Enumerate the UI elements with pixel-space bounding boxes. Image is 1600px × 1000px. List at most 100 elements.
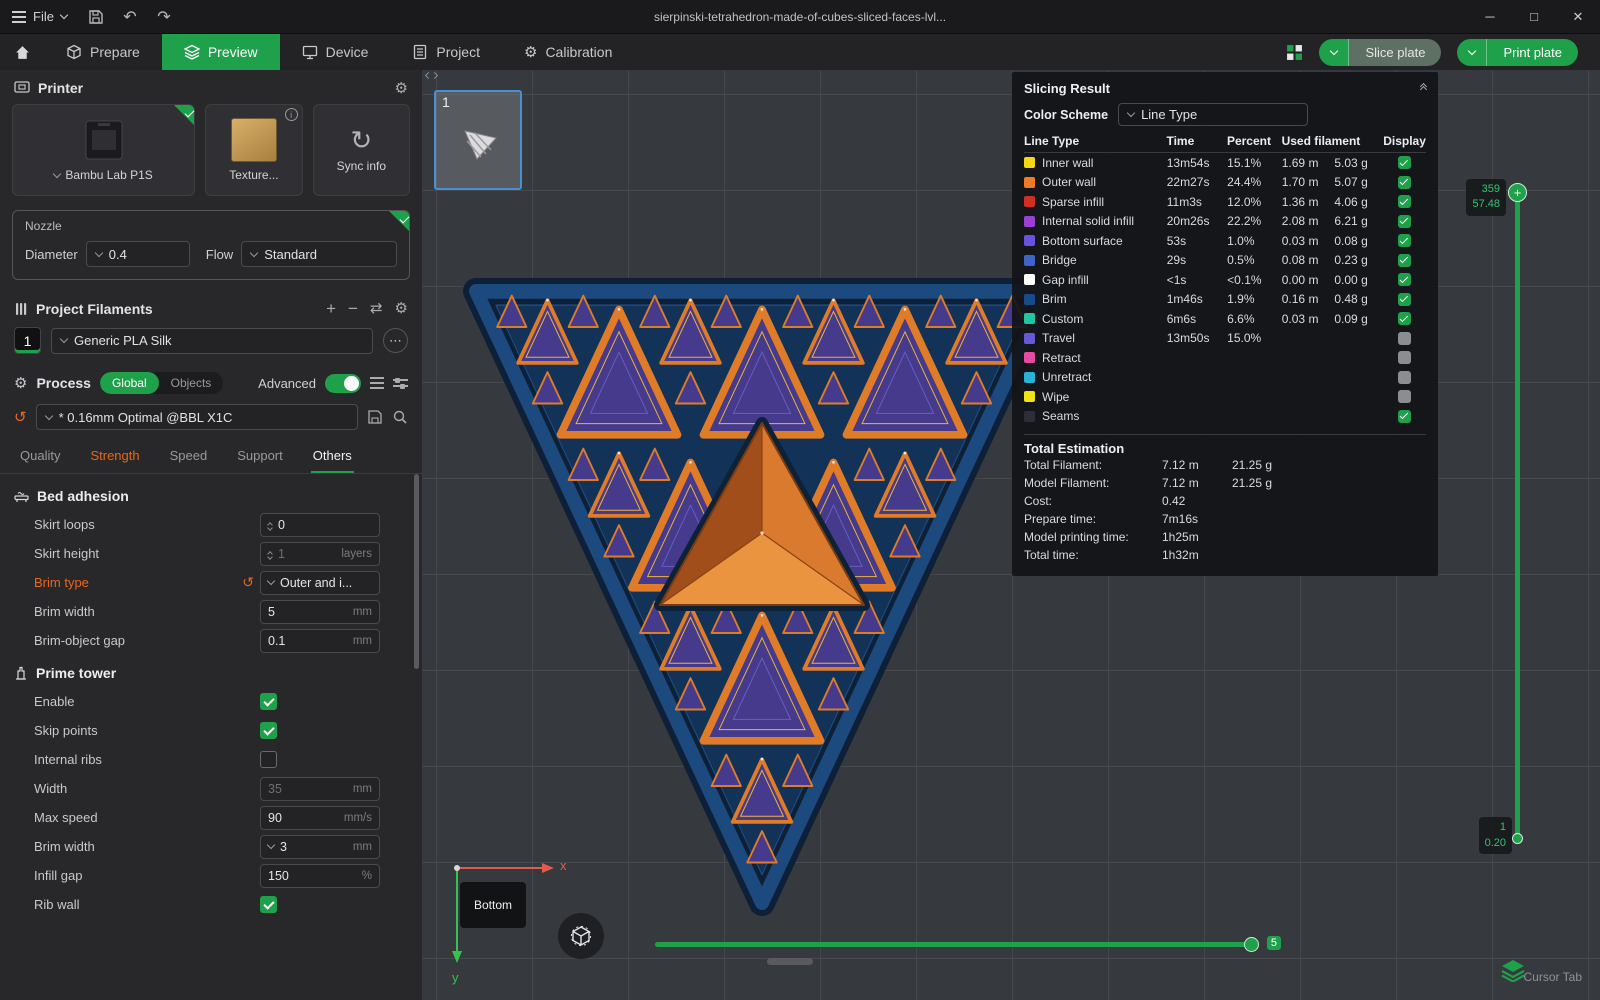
minimize-button[interactable]: ─ — [1468, 0, 1512, 33]
display-checkbox[interactable] — [1398, 390, 1411, 403]
tab-others[interactable]: Others — [311, 442, 354, 473]
printer-settings-gear-icon[interactable]: ⚙ — [395, 81, 408, 96]
filament-slot-number[interactable]: 1 — [14, 327, 41, 354]
preset-reset-icon[interactable]: ↺ — [14, 410, 27, 425]
rib-wall-checkbox[interactable] — [260, 896, 277, 913]
file-menu[interactable]: File — [0, 0, 79, 33]
maximize-button[interactable]: □ — [1512, 0, 1556, 33]
expand-list-icon[interactable] — [370, 382, 384, 384]
display-checkbox[interactable] — [1398, 176, 1411, 189]
print-plate-button[interactable]: Print plate — [1457, 39, 1578, 66]
tab-support[interactable]: Support — [235, 442, 285, 473]
display-checkbox[interactable] — [1398, 351, 1411, 364]
layer-view-button[interactable] — [1500, 958, 1526, 982]
plate-thumbnail[interactable]: 1 — [434, 90, 522, 190]
line-type-name: Unretract — [1042, 370, 1167, 384]
filament-select[interactable]: Generic PLA Silk — [51, 328, 373, 354]
setting-label: Brim-object gap — [34, 633, 260, 648]
display-checkbox[interactable] — [1398, 234, 1411, 247]
printer-card[interactable]: Bambu Lab P1S — [12, 104, 195, 196]
redo-button[interactable]: ↷ — [147, 0, 181, 34]
3d-viewport[interactable]: 1 x y Bottom — [422, 70, 1600, 1000]
layer-slider-bottom-handle[interactable] — [1512, 833, 1523, 844]
axis-x-label: x — [560, 858, 567, 873]
save-preset-icon[interactable] — [367, 409, 383, 425]
orientation-gizmo[interactable] — [558, 913, 604, 959]
tab-calibration[interactable]: ⚙ Calibration — [502, 34, 634, 70]
sync-filament-icon[interactable]: ⇄ — [370, 301, 383, 316]
layer-slider-top-handle[interactable]: + — [1508, 183, 1527, 202]
remove-filament-button[interactable]: − — [348, 300, 358, 317]
skip-points-checkbox[interactable] — [260, 722, 277, 739]
sidebar-scrollbar[interactable] — [414, 474, 419, 669]
display-checkbox[interactable] — [1398, 254, 1411, 267]
speed-slider-track[interactable] — [655, 942, 1251, 947]
spinner-arrows-icon[interactable] — [268, 549, 272, 559]
close-button[interactable]: ✕ — [1556, 0, 1600, 33]
prime-tower-width-input[interactable]: 35 mm — [260, 777, 380, 801]
reset-setting-icon[interactable]: ↺ — [242, 574, 254, 591]
display-checkbox[interactable] — [1398, 371, 1411, 384]
color-scheme-select[interactable]: Line Type — [1118, 103, 1308, 126]
display-checkbox[interactable] — [1398, 293, 1411, 306]
infill-gap-input[interactable]: 150 % — [260, 864, 380, 888]
speed-slider[interactable]: 5 — [655, 936, 1273, 952]
tab-speed[interactable]: Speed — [168, 442, 210, 473]
tab-strength[interactable]: Strength — [88, 442, 141, 473]
print-dropdown-icon[interactable] — [1457, 39, 1487, 66]
tab-quality[interactable]: Quality — [18, 442, 62, 473]
tab-prepare[interactable]: Prepare — [44, 34, 162, 70]
display-checkbox[interactable] — [1398, 215, 1411, 228]
display-checkbox[interactable] — [1398, 273, 1411, 286]
tune-icon[interactable] — [393, 377, 408, 389]
collapse-panel-icon[interactable] — [1421, 86, 1426, 92]
slice-dropdown-icon[interactable] — [1319, 39, 1349, 66]
filament-settings-gear-icon[interactable]: ⚙ — [395, 301, 408, 316]
filament-more-button[interactable]: ⋯ — [383, 328, 408, 353]
line-type-name: Outer wall — [1042, 175, 1167, 189]
line-type-used-g: 5.03 g — [1334, 156, 1383, 170]
nozzle-flow-select[interactable]: Standard — [241, 241, 397, 267]
assembly-view-icon[interactable] — [1286, 44, 1303, 61]
slice-plate-button[interactable]: Slice plate — [1319, 39, 1441, 66]
spinner-arrows-icon[interactable] — [268, 520, 272, 530]
max-speed-input[interactable]: 90 mm/s — [260, 806, 380, 830]
enable-checkbox[interactable] — [260, 693, 277, 710]
save-button[interactable] — [79, 0, 113, 34]
scope-global-button[interactable]: Global — [100, 372, 159, 394]
brim-object-gap-input[interactable]: 0.1 mm — [260, 629, 380, 653]
plate-texture-card[interactable]: i Texture... — [205, 104, 302, 196]
plate-number: 1 — [442, 94, 450, 110]
nozzle-diameter-select[interactable]: 0.4 — [86, 241, 190, 267]
pt-brim-width-select[interactable]: 3 mm — [260, 835, 380, 859]
display-checkbox[interactable] — [1398, 312, 1411, 325]
tab-project[interactable]: Project — [390, 34, 502, 70]
display-checkbox[interactable] — [1398, 332, 1411, 345]
undo-button[interactable]: ↶ — [113, 0, 147, 34]
skirt-height-input[interactable]: 1 layers — [260, 542, 380, 566]
tab-device[interactable]: Device — [280, 34, 391, 70]
brim-type-select[interactable]: Outer and i... — [260, 571, 380, 595]
process-preset-select[interactable]: * 0.16mm Optimal @BBL X1C — [36, 404, 358, 430]
add-filament-button[interactable]: + — [326, 300, 336, 317]
home-button[interactable] — [0, 34, 44, 70]
advanced-toggle[interactable] — [325, 374, 361, 393]
display-checkbox[interactable] — [1398, 156, 1411, 169]
horizontal-scrollbar[interactable] — [767, 958, 813, 965]
collapse-sidebar-icon[interactable] — [426, 73, 437, 78]
search-preset-icon[interactable] — [392, 409, 408, 425]
brim-width-input[interactable]: 5 mm — [260, 600, 380, 624]
sync-info-card[interactable]: ↻ Sync info — [313, 104, 410, 196]
setting-label: Skirt loops — [34, 517, 260, 532]
skirt-loops-input[interactable]: 0 — [260, 513, 380, 537]
layer-slider[interactable]: + 359 57.48 1 0.20 — [1515, 185, 1520, 840]
tab-preview[interactable]: Preview — [162, 34, 280, 70]
sliced-model-preview[interactable] — [462, 275, 1062, 920]
internal-ribs-checkbox[interactable] — [260, 751, 277, 768]
scope-objects-button[interactable]: Objects — [159, 372, 224, 394]
printer-dropdown-icon[interactable] — [53, 169, 61, 177]
display-checkbox[interactable] — [1398, 195, 1411, 208]
info-icon[interactable]: i — [285, 108, 298, 121]
speed-slider-handle[interactable] — [1244, 937, 1259, 952]
display-checkbox[interactable] — [1398, 410, 1411, 423]
